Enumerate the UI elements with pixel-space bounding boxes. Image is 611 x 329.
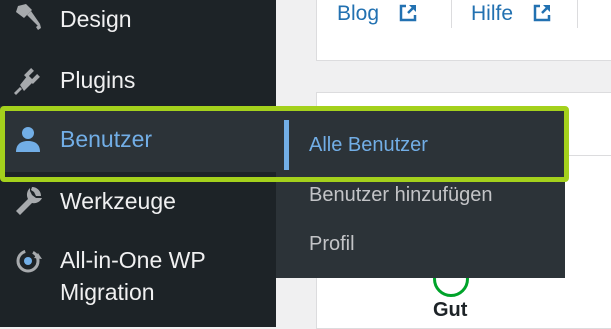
header-link-divider [577,0,578,28]
sidebar-item-plugins[interactable]: Plugins [0,61,276,101]
sidebar-item-label: Design [60,6,132,32]
sidebar-item-label: Plugins [60,67,136,93]
submenu-item-profil[interactable]: Profil [309,230,355,258]
sidebar-item-label: All-in-One WP Migration [60,244,206,308]
site-health-status: Gut [433,299,468,321]
submenu-item-benutzer-hinzufuegen[interactable]: Benutzer hinzufügen [309,181,492,209]
sidebar-item-migration[interactable]: All-in-One WP Migration [0,243,276,313]
wrench-icon [16,187,42,215]
sidebar-item-label: Werkzeuge [60,188,176,214]
migration-label-line2: Migration [60,279,155,305]
migration-icon [16,249,42,273]
blog-link[interactable]: Blog [337,0,417,30]
header-link-divider [451,0,452,28]
sidebar-item-werkzeuge[interactable]: Werkzeuge [0,181,276,221]
external-link-icon [399,4,417,22]
blog-link-label: Blog [337,2,380,25]
highlight-frame [0,106,569,182]
external-link-icon [533,4,551,22]
sidebar-item-design[interactable]: Design [0,0,276,40]
hilfe-link-label: Hilfe [471,2,514,25]
brush-icon [16,4,41,30]
plug-icon [14,68,40,95]
migration-label-line1: All-in-One WP [60,247,206,273]
hilfe-link[interactable]: Hilfe [471,0,551,30]
